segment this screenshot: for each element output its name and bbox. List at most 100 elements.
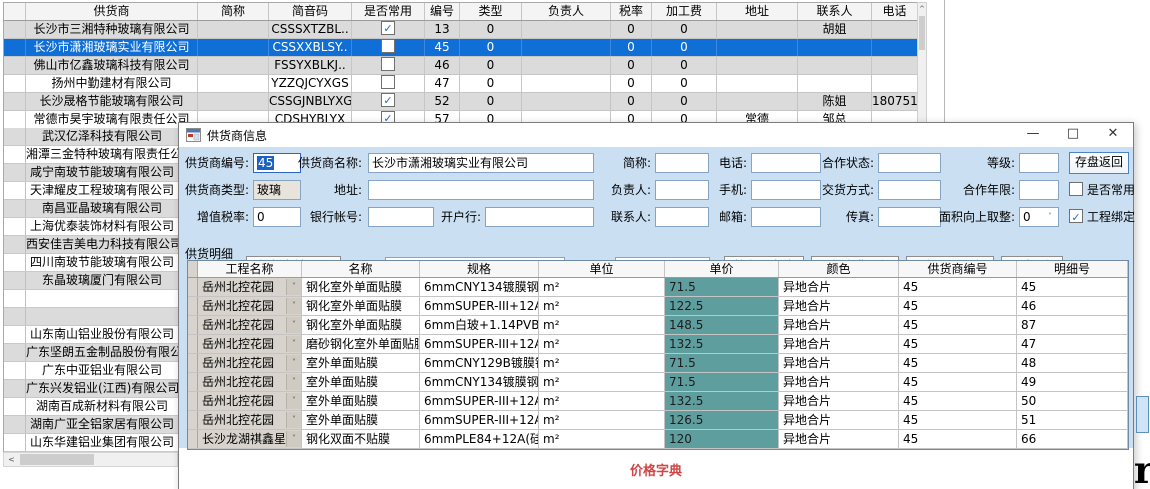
row-header[interactable] [188,316,198,334]
cell[interactable]: 6mm白玻+1.14PVB+6mm... [420,316,539,334]
cell[interactable]: m² [539,430,665,448]
cell[interactable]: 45 [899,354,1017,372]
chevron-down-icon[interactable]: ˅ [286,355,301,371]
cell[interactable]: 0 [652,75,717,92]
scrollbar-thumb[interactable] [20,454,94,465]
cell[interactable]: 120 [665,430,779,448]
list-item[interactable]: 东晶玻璃厦门有限公司 [4,272,178,290]
cell[interactable]: 岳州北控花园˅ [198,411,302,429]
cell[interactable]: 磨砂钢化室外单面贴膜 [302,335,420,353]
column-header[interactable]: 编号 [425,3,460,20]
row-header[interactable] [188,392,198,410]
cell[interactable]: 6mmCNY134镀膜钢化 [420,278,539,296]
list-item[interactable] [4,290,178,308]
cell[interactable]: 陈姐 [798,93,872,110]
cell[interactable]: CSSGJNBLYXGS [269,93,352,110]
cell[interactable] [352,93,425,110]
chevron-down-icon[interactable]: ˅ [286,374,301,390]
area-round-up-combo[interactable]: 0˅ [1019,207,1059,227]
grid-row[interactable]: 岳州北控花园˅钢化室外单面贴膜6mmCNY134镀膜钢化m²71.5异地合片45… [188,278,1128,297]
column-header[interactable] [188,261,198,277]
cell[interactable]: 0 [611,93,652,110]
column-header[interactable]: 单位 [539,261,665,277]
cell[interactable] [352,39,425,56]
cell[interactable]: m² [539,392,665,410]
cell[interactable] [352,75,425,92]
cell[interactable]: 13 [425,21,460,38]
cell[interactable] [352,21,425,38]
cell[interactable]: FSSYXBLKJ.. [269,57,352,74]
cell[interactable]: 岳州北控花园˅ [198,392,302,410]
save-return-button[interactable]: 存盘返回 [1069,152,1129,174]
row-header[interactable] [188,411,198,429]
cell[interactable]: 异地合片 [779,335,899,353]
cell[interactable] [4,75,26,92]
cell[interactable]: m² [539,411,665,429]
column-header[interactable]: 明细号 [1017,261,1128,277]
column-header[interactable] [4,3,26,20]
cell[interactable] [198,57,269,74]
cell[interactable]: 126.5 [665,411,779,429]
list-item[interactable]: 天津耀皮工程玻璃有限公司 [4,182,178,200]
address-field[interactable] [368,180,594,200]
row-header[interactable] [188,430,198,448]
grid-row[interactable]: 岳州北控花园˅室外单面贴膜6mmCNY129B镀膜钢化m²71.5异地合片454… [188,354,1128,373]
cell[interactable] [717,93,798,110]
cell[interactable]: 钢化室外单面贴膜 [302,316,420,334]
column-header[interactable]: 颜色 [779,261,899,277]
list-item[interactable]: 武汉亿泽科技有限公司 [4,128,178,146]
cell[interactable] [798,75,872,92]
chevron-down-icon[interactable]: ˅ [286,317,301,333]
cell[interactable]: 异地合片 [779,297,899,315]
cell[interactable] [522,21,611,38]
cell[interactable]: 室外单面贴膜 [302,354,420,372]
checkbox-checked-icon[interactable] [381,93,395,107]
cell[interactable]: 45 [1017,278,1128,296]
minimize-button[interactable]: — [1013,123,1053,147]
cell[interactable]: 87 [1017,316,1128,334]
cell[interactable] [872,75,918,92]
grid-row[interactable]: 岳州北控花园˅磨砂钢化室外单面贴膜6mmSUPER-III+12A(硅...m²… [188,335,1128,354]
checkbox-checked-icon[interactable] [1069,209,1083,223]
row-header[interactable] [188,335,198,353]
table-row[interactable]: 佛山市亿鑫玻璃科技有限公司FSSYXBLKJ..46000 [4,57,918,75]
table-row[interactable]: 长沙晟格节能玻璃有限公司CSSGJNBLYXGS52000陈姐180751 [4,93,918,111]
list-item[interactable]: 咸宁南玻节能玻璃有限公司 [4,164,178,182]
column-header[interactable]: 电话 [872,3,918,20]
cell[interactable]: 50 [1017,392,1128,410]
cell[interactable]: 异地合片 [779,278,899,296]
cell[interactable]: 扬州中勤建材有限公司 [26,75,198,92]
checkbox-checked-icon[interactable] [381,21,395,35]
cell[interactable]: CSSXXBLSY.. [269,39,352,56]
cell[interactable]: 46 [1017,297,1128,315]
cell[interactable] [4,39,26,56]
list-item[interactable]: 南昌亚晶玻璃有限公司 [4,200,178,218]
cell[interactable] [198,93,269,110]
cell[interactable]: 岳州北控花园˅ [198,316,302,334]
common-checkbox[interactable]: 是否常用 [1069,180,1135,200]
column-header[interactable]: 是否常用 [352,3,425,20]
cell[interactable]: 异地合片 [779,392,899,410]
cell[interactable]: YZZQJCYXGS [269,75,352,92]
vat-rate-field[interactable]: 0 [253,207,301,227]
cell[interactable]: 6mmCNY129B镀膜钢化 [420,354,539,372]
cell[interactable] [717,39,798,56]
row-header[interactable] [188,297,198,315]
column-header[interactable]: 税率 [611,3,652,20]
cell[interactable]: 46 [425,57,460,74]
cell[interactable]: 148.5 [665,316,779,334]
cell[interactable]: 0 [652,93,717,110]
cell[interactable] [522,39,611,56]
cell[interactable]: 45 [899,373,1017,391]
cell[interactable]: 45 [899,392,1017,410]
cell[interactable] [522,57,611,74]
cell[interactable]: 异地合片 [779,373,899,391]
column-header[interactable]: 加工费 [652,3,717,20]
cell[interactable]: 48 [1017,354,1128,372]
column-header[interactable]: 单价 [665,261,779,277]
chevron-down-icon[interactable]: ˅ [286,298,301,314]
grid-row[interactable]: 长沙龙湖祺鑫星座˅钢化双面不贴膜6mmPLE84+12A(硅酮胶...m²120… [188,430,1128,449]
cell[interactable]: m² [539,297,665,315]
cell[interactable]: 室外单面贴膜 [302,373,420,391]
cell[interactable] [198,21,269,38]
